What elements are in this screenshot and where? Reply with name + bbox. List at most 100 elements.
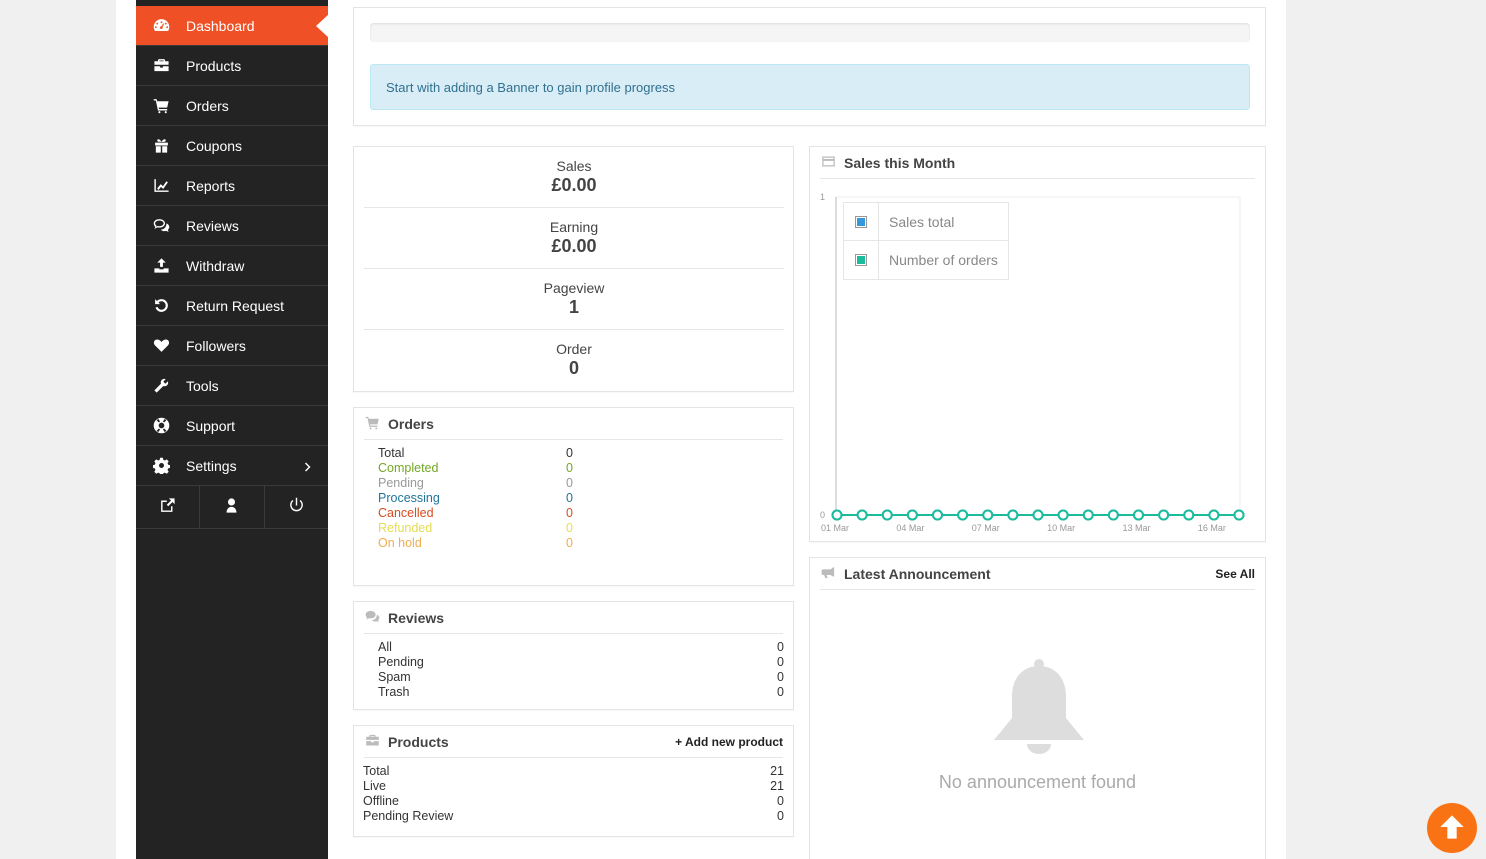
x-tick-label: 04 Mar (896, 523, 924, 533)
product-status-row[interactable]: Total 21 (363, 764, 784, 779)
order-status-count: 0 (566, 446, 573, 460)
order-status-label: On hold (378, 536, 422, 550)
announcement-header: Latest Announcement See All (820, 558, 1255, 590)
stat-value: 0 (568, 358, 579, 378)
sidebar-item-label: Coupons (186, 137, 243, 154)
sidebar-item-tools[interactable]: Tools (136, 366, 328, 406)
data-point (1158, 509, 1170, 521)
product-status-row[interactable]: Pending Review 0 (363, 809, 784, 824)
logout-button[interactable] (265, 486, 328, 528)
legend-item-sales-total[interactable]: Sales total (844, 202, 1008, 241)
sidebar-item-products[interactable]: Products (136, 46, 328, 86)
order-status-row[interactable]: Total 0 (378, 446, 578, 461)
order-status-count: 0 (566, 506, 573, 520)
order-status-label: Refunded (378, 521, 433, 535)
order-status-count: 0 (566, 476, 573, 490)
see-all-link[interactable]: See All (1215, 567, 1255, 581)
chevron-right-icon (302, 460, 314, 472)
panel-title: Reviews (388, 609, 445, 626)
stat-pageview: Pageview 1 (364, 269, 784, 330)
scroll-to-top-button[interactable] (1427, 803, 1477, 853)
panel-title: Orders (388, 415, 434, 432)
comments-icon (364, 609, 388, 627)
sidebar-item-orders[interactable]: Orders (136, 86, 328, 126)
review-status-count: 0 (777, 670, 784, 684)
order-status-count: 0 (566, 461, 573, 475)
review-status-row[interactable]: Trash 0 (378, 685, 784, 700)
sidebar-item-coupons[interactable]: Coupons (136, 126, 328, 166)
sidebar-item-label: Support (186, 417, 236, 434)
edit-account-button[interactable] (200, 486, 265, 528)
sidebar-item-reviews[interactable]: Reviews (136, 206, 328, 246)
chart-legend: Sales total Number of orders (843, 202, 1009, 280)
review-status-row[interactable]: Pending 0 (378, 655, 784, 670)
sidebar-item-followers[interactable]: Followers (136, 326, 328, 366)
sidebar-nav: Dashboard Products Orders Coupons Report… (136, 0, 329, 859)
data-point (1032, 509, 1044, 521)
stat-value: £0.00 (551, 175, 597, 195)
cart-icon (136, 97, 186, 114)
product-status-row[interactable]: Live 21 (363, 779, 784, 794)
order-status-row[interactable]: Completed 0 (378, 461, 578, 476)
user-icon (223, 497, 240, 517)
review-status-count: 0 (777, 655, 784, 669)
sidebar-item-label: Settings (186, 457, 237, 474)
stat-value: 1 (568, 297, 579, 317)
data-point (831, 509, 843, 521)
sidebar-item-label: Return Request (186, 297, 285, 314)
order-status-row[interactable]: On hold 0 (378, 536, 578, 551)
products-panel: Products + Add new product Total 21 Live 2… (353, 725, 794, 837)
stat-label: Sales (556, 158, 592, 174)
stat-order: Order 0 (364, 330, 784, 391)
x-tick-label: 13 Mar (1123, 523, 1151, 533)
y-tick-label: 1 (820, 192, 825, 202)
data-point (1133, 509, 1144, 521)
sidebar-item-dashboard[interactable]: Dashboard (136, 6, 329, 46)
data-point (932, 509, 943, 521)
review-status-label: All (378, 640, 392, 654)
dashboard-icon (136, 17, 186, 34)
order-status-row[interactable]: Cancelled 0 (378, 506, 578, 521)
x-tick-label: 10 Mar (1047, 523, 1075, 533)
add-new-product-link[interactable]: + Add new product (675, 735, 783, 749)
review-status-label: Pending (378, 655, 424, 669)
legend-item-number-of-orders[interactable]: Number of orders (844, 241, 1008, 279)
review-status-row[interactable]: All 0 (378, 640, 784, 655)
x-tick-label: 16 Mar (1198, 523, 1226, 533)
bell-icon (994, 659, 1084, 754)
sidebar-item-label: Dashboard (186, 17, 255, 34)
cart-icon (364, 415, 388, 433)
orders-panel-header: Orders (364, 408, 783, 440)
data-point (881, 509, 893, 521)
product-status-label: Total (363, 764, 390, 778)
order-status-row[interactable]: Pending 0 (378, 476, 578, 491)
sidebar-item-withdraw[interactable]: Withdraw (136, 246, 328, 286)
stat-value: £0.00 (551, 236, 597, 256)
panel-title: Products (388, 733, 449, 750)
sidebar-item-support[interactable]: Support (136, 406, 328, 446)
comments-icon (136, 217, 186, 234)
review-status-count: 0 (777, 640, 784, 654)
data-point (1208, 509, 1220, 521)
sidebar-item-settings[interactable]: Settings (136, 446, 328, 486)
data-point (1183, 509, 1195, 521)
bullhorn-icon (820, 565, 844, 583)
stat-label: Order (556, 341, 592, 357)
data-point (1007, 509, 1019, 521)
reviews-panel-header: Reviews (364, 602, 783, 634)
reviews-panel: Reviews All 0 Pending 0 Spam 0 Trash 0 (353, 601, 794, 710)
orders-panel: Orders Total 0 Completed 0 Pending 0 Proces… (353, 407, 794, 586)
sidebar-item-reports[interactable]: Reports (136, 166, 328, 206)
upload-icon (136, 257, 186, 274)
review-status-row[interactable]: Spam 0 (378, 670, 784, 685)
stat-label: Earning (549, 219, 599, 235)
product-status-row[interactable]: Offline 0 (363, 794, 784, 809)
sidebar-item-return-request[interactable]: Return Request (136, 286, 328, 326)
visit-store-button[interactable] (136, 486, 201, 528)
order-status-row[interactable]: Processing 0 (378, 491, 578, 506)
arrow-up-icon (1438, 813, 1466, 844)
order-status-row[interactable]: Refunded 0 (378, 521, 578, 536)
data-point (957, 509, 969, 521)
data-point (906, 509, 918, 521)
sales-chart-panel: Sales this Month 0 1 01 Mar 04 Mar 07 Mar 10 … (809, 146, 1266, 542)
